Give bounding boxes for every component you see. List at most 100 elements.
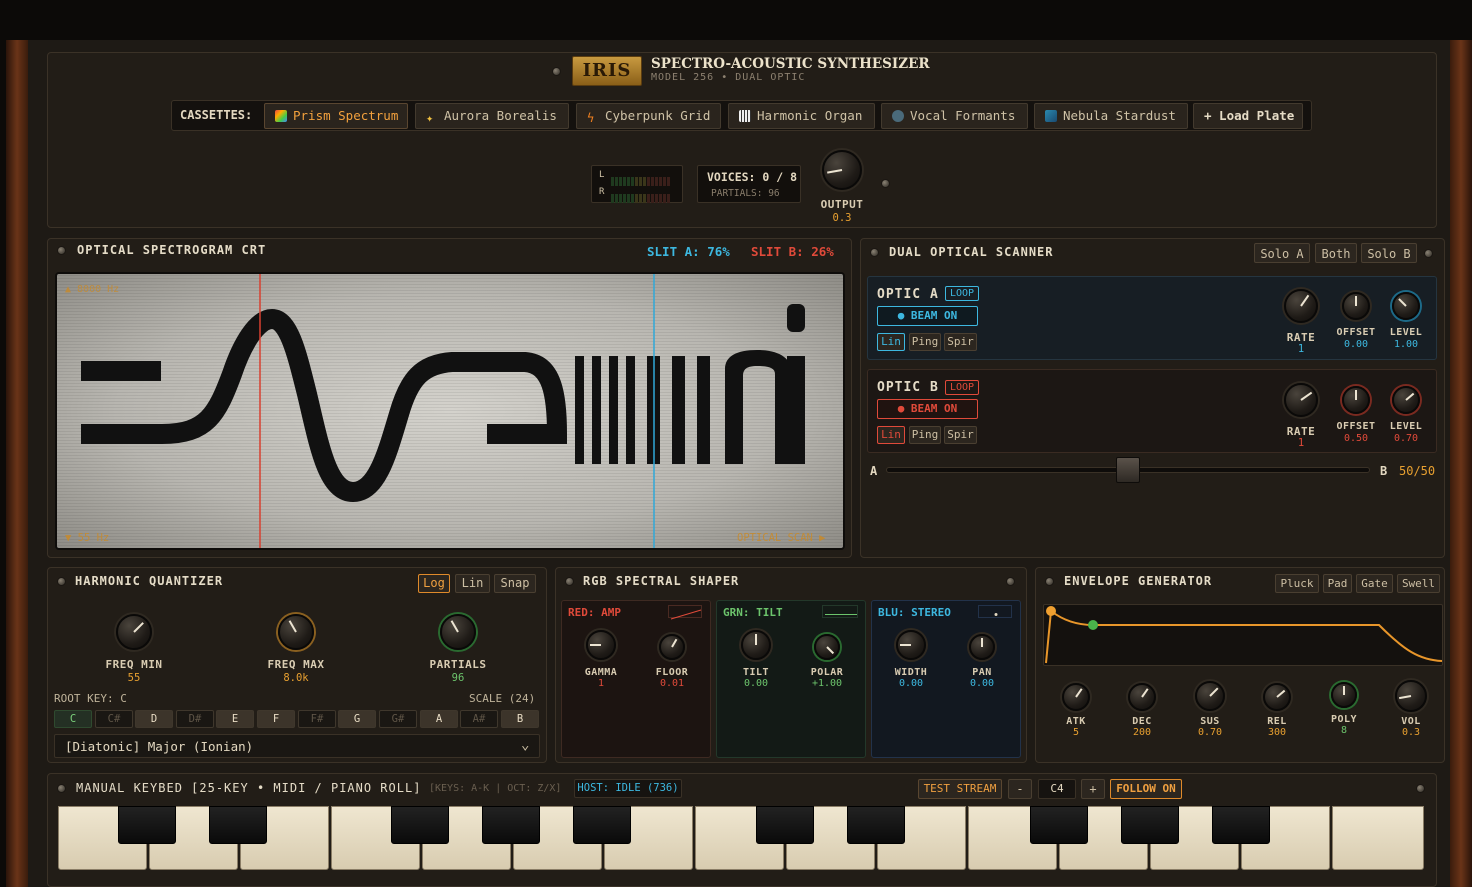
red-amp-title: RED: AMP xyxy=(568,606,621,619)
screw-icon xyxy=(552,67,561,76)
quantizer-mode-log[interactable]: Log xyxy=(418,574,450,593)
volume-knob[interactable] xyxy=(1395,680,1427,712)
black-key[interactable] xyxy=(391,806,449,844)
optic-a-title: OPTIC A xyxy=(877,287,939,302)
both-button[interactable]: Both xyxy=(1315,243,1357,263)
sustain-label: SUS xyxy=(1200,716,1220,727)
tilt-knob[interactable] xyxy=(741,630,771,660)
release-label: REL xyxy=(1267,716,1287,727)
root-note-d[interactable]: D xyxy=(135,710,173,728)
blue-stereo-preview xyxy=(978,605,1012,618)
optic-b-mode-spir[interactable]: Spir xyxy=(944,426,977,444)
decay-knob[interactable] xyxy=(1128,683,1156,711)
white-key[interactable] xyxy=(1332,806,1424,870)
cassette-vocal-formants[interactable]: Vocal Formants xyxy=(881,103,1028,129)
floor-knob[interactable] xyxy=(659,634,685,660)
output-knob[interactable] xyxy=(822,150,862,190)
black-key[interactable] xyxy=(573,806,631,844)
sparkle-icon: ✦ xyxy=(426,111,434,125)
cassette-cyberpunk-grid[interactable]: ϟ Cyberpunk Grid xyxy=(576,103,721,129)
follow-toggle[interactable]: FOLLOW ON xyxy=(1110,779,1182,799)
root-note-b[interactable]: B xyxy=(501,710,539,728)
optic-b-beam-button[interactable]: ● BEAM ON xyxy=(877,399,978,419)
spectrogram-screen[interactable]: ▲ 8000 Hz ▼ 55 Hz OPTICAL SCAN ▶ xyxy=(55,272,845,550)
width-knob[interactable] xyxy=(896,630,926,660)
cassette-nebula-stardust[interactable]: Nebula Stardust xyxy=(1034,103,1188,129)
cassette-aurora-borealis[interactable]: ✦ Aurora Borealis xyxy=(415,103,569,129)
release-knob[interactable] xyxy=(1263,683,1291,711)
sustain-knob[interactable] xyxy=(1195,681,1225,711)
optic-a-loop-toggle[interactable]: LOOP xyxy=(945,286,979,301)
black-key[interactable] xyxy=(209,806,267,844)
freq-min-knob[interactable] xyxy=(116,614,152,650)
root-note-csharp[interactable]: C# xyxy=(95,710,133,728)
attack-knob[interactable] xyxy=(1062,683,1090,711)
optic-b-mode-lin[interactable]: Lin xyxy=(877,426,905,444)
root-note-fsharp[interactable]: F# xyxy=(298,710,336,728)
quantizer-title: HARMONIC QUANTIZER xyxy=(75,574,224,588)
root-note-e[interactable]: E xyxy=(216,710,254,728)
blue-stereo-title: BLU: STEREO xyxy=(878,606,951,619)
octave-down-button[interactable]: - xyxy=(1008,779,1032,799)
polar-knob[interactable] xyxy=(814,634,840,660)
optic-a-beam-button[interactable]: ● BEAM ON xyxy=(877,306,978,326)
pan-knob[interactable] xyxy=(969,634,995,660)
optic-b-mode-ping[interactable]: Ping xyxy=(909,426,941,444)
envelope-preset-pluck[interactable]: Pluck xyxy=(1275,574,1319,593)
black-key[interactable] xyxy=(1121,806,1179,844)
envelope-preset-swell[interactable]: Swell xyxy=(1397,574,1440,593)
black-key[interactable] xyxy=(118,806,176,844)
quantizer-mode-lin[interactable]: Lin xyxy=(455,574,490,593)
cassette-prism-spectrum[interactable]: Prism Spectrum xyxy=(264,103,408,129)
optic-b-level-knob[interactable] xyxy=(1392,386,1420,414)
wood-side-left xyxy=(6,40,28,887)
optic-b-rate-knob[interactable] xyxy=(1284,383,1318,417)
black-key[interactable] xyxy=(482,806,540,844)
black-key[interactable] xyxy=(756,806,814,844)
envelope-preset-pad[interactable]: Pad xyxy=(1323,574,1352,593)
crossfader-handle[interactable] xyxy=(1116,457,1140,483)
optic-a-mode-ping[interactable]: Ping xyxy=(909,333,941,351)
optic-a-level-knob[interactable] xyxy=(1392,292,1420,320)
gamma-knob[interactable] xyxy=(586,630,616,660)
octave-display: C4 xyxy=(1038,779,1076,799)
root-note-gsharp[interactable]: G# xyxy=(379,710,417,728)
freq-max-knob[interactable] xyxy=(278,614,314,650)
optic-a-mode-spir[interactable]: Spir xyxy=(944,333,977,351)
output-value: 0.3 xyxy=(832,212,852,224)
optic-b-loop-toggle[interactable]: LOOP xyxy=(945,380,979,395)
scale-select[interactable]: [Diatonic] Major (Ionian) ⌄ xyxy=(54,734,540,758)
partials-knob[interactable] xyxy=(440,614,476,650)
optic-a-offset-knob[interactable] xyxy=(1342,292,1370,320)
root-note-dsharp[interactable]: D# xyxy=(176,710,214,728)
iris-logo: IRIS xyxy=(572,56,642,86)
black-key[interactable] xyxy=(847,806,905,844)
screw-icon xyxy=(57,784,66,793)
black-key[interactable] xyxy=(1030,806,1088,844)
pan-value: 0.00 xyxy=(969,678,995,689)
root-note-asharp[interactable]: A# xyxy=(460,710,498,728)
root-note-g[interactable]: G xyxy=(338,710,376,728)
optic-a-mode-lin[interactable]: Lin xyxy=(877,333,905,351)
solo-a-button[interactable]: Solo A xyxy=(1254,243,1310,263)
green-tilt-title: GRN: TILT xyxy=(723,606,783,619)
load-plate-button[interactable]: + Load Plate xyxy=(1193,103,1303,129)
root-note-c[interactable]: C xyxy=(54,710,92,728)
optic-a-rate-knob[interactable] xyxy=(1284,289,1318,323)
pan-label: PAN xyxy=(972,667,992,678)
cassette-harmonic-organ[interactable]: Harmonic Organ xyxy=(728,103,875,129)
root-note-a[interactable]: A xyxy=(420,710,458,728)
test-stream-button[interactable]: TEST STREAM xyxy=(918,779,1002,799)
black-key[interactable] xyxy=(1212,806,1270,844)
solo-b-button[interactable]: Solo B xyxy=(1361,243,1417,263)
root-note-f[interactable]: F xyxy=(257,710,295,728)
red-curve-preview xyxy=(668,605,702,620)
quantizer-mode-snap[interactable]: Snap xyxy=(494,574,536,593)
poly-knob[interactable] xyxy=(1331,682,1357,708)
octave-up-button[interactable]: + xyxy=(1081,779,1105,799)
output-label: OUTPUT xyxy=(820,198,864,211)
envelope-preset-gate[interactable]: Gate xyxy=(1356,574,1393,593)
cassette-label: Aurora Borealis xyxy=(444,108,557,123)
envelope-graph[interactable] xyxy=(1043,604,1443,666)
optic-b-offset-knob[interactable] xyxy=(1342,386,1370,414)
